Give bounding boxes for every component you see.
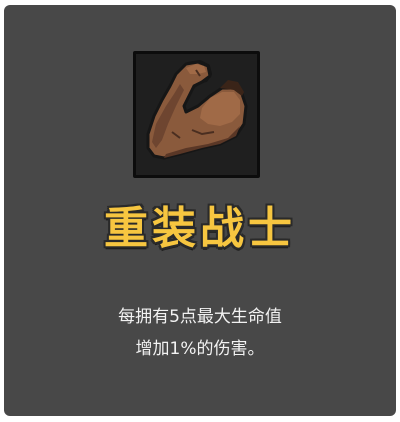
- talent-icon-frame: [133, 51, 260, 178]
- flexed-arm-icon: [146, 60, 248, 160]
- talent-title: 重装战士: [104, 203, 296, 254]
- description-line: 每拥有5点最大生命值: [118, 307, 282, 327]
- talent-card: 重装战士 每拥有5点最大生命值 增加1%的伤害。: [4, 5, 396, 416]
- description-line: 增加1%的伤害。: [135, 339, 265, 359]
- talent-description: 每拥有5点最大生命值 增加1%的伤害。: [4, 301, 396, 365]
